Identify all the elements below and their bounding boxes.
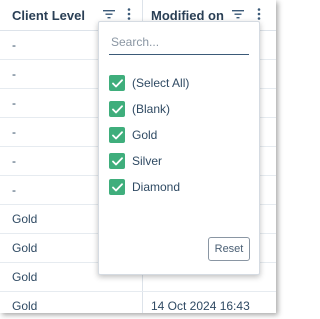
- search-input[interactable]: [109, 30, 249, 55]
- client-level-cell: -: [12, 67, 16, 81]
- client-level-cell: -: [12, 125, 16, 139]
- client-level-header[interactable]: Client Level: [12, 0, 85, 30]
- filter-option-label: Gold: [132, 128, 158, 142]
- checkbox-checked-icon[interactable]: [109, 101, 125, 117]
- reset-button[interactable]: Reset: [208, 237, 250, 261]
- filter-option-label: (Select All): [132, 76, 190, 90]
- data-grid: Client Level Modified on - - - - - - Gol…: [0, 0, 276, 313]
- client-level-cell: Gold: [12, 212, 38, 226]
- filter-option-select-all[interactable]: (Select All): [109, 74, 189, 92]
- vertical-dots-icon[interactable]: [121, 6, 137, 22]
- modified-on-cell: 14 Oct 2024 16:43: [151, 299, 250, 313]
- vertical-dots-icon[interactable]: [251, 6, 267, 22]
- checkbox-checked-icon[interactable]: [109, 127, 125, 143]
- table-row[interactable]: Gold 14 Oct 2024 16:43: [0, 292, 276, 313]
- client-level-cell: -: [12, 183, 16, 197]
- filter-option-blank[interactable]: (Blank): [109, 100, 170, 118]
- checkbox-checked-icon[interactable]: [109, 153, 125, 169]
- filter-option-label: Silver: [132, 154, 163, 168]
- filter-option-label: (Blank): [132, 102, 171, 116]
- checkbox-checked-icon[interactable]: [109, 179, 125, 195]
- client-level-cell: Gold: [12, 270, 38, 284]
- checkbox-checked-icon[interactable]: [109, 75, 125, 91]
- client-level-cell: -: [12, 96, 16, 110]
- filter-icon[interactable]: [230, 6, 246, 22]
- filter-option-silver[interactable]: Silver: [109, 152, 162, 170]
- client-level-cell: Gold: [12, 299, 38, 313]
- client-level-header-label: Client Level: [12, 7, 85, 23]
- client-level-cell: -: [12, 154, 16, 168]
- filter-popup: (Select All) (Blank) Gold Silver Diamond: [98, 21, 260, 275]
- client-level-cell: Gold: [12, 241, 38, 255]
- filter-option-label: Diamond: [132, 180, 181, 194]
- filter-option-diamond[interactable]: Diamond: [109, 178, 180, 196]
- client-level-cell: -: [12, 38, 16, 52]
- filter-icon[interactable]: [101, 6, 117, 22]
- filter-option-gold[interactable]: Gold: [109, 126, 157, 144]
